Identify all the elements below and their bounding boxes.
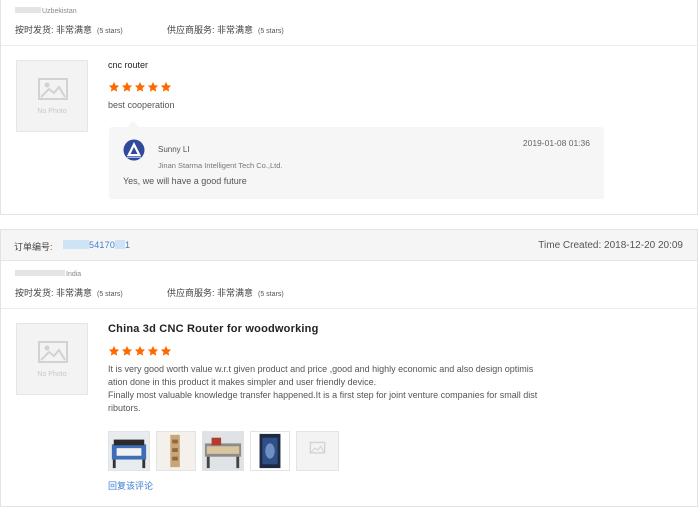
service-label: 供应商服务: 非常满意 <box>167 25 254 35</box>
wood-carving-photo-icon <box>157 432 195 470</box>
masked-buyer-name <box>15 7 41 13</box>
order-number-link[interactable]: 54170 1 <box>63 240 130 250</box>
reply-text: Yes, we will have a good future <box>123 176 247 186</box>
buyer-country: Uzbekistan <box>42 8 77 15</box>
masked-order-suffix <box>115 240 126 249</box>
star-icon <box>108 81 120 93</box>
order-number-middle: 54170 <box>89 240 116 250</box>
image-placeholder-icon <box>38 78 68 100</box>
product-image-placeholder[interactable]: No Photo <box>16 323 88 395</box>
on-time-label: 按时发货: 非常满意 <box>15 288 93 298</box>
star-rating <box>108 345 173 358</box>
service-stars: (5 stars) <box>258 291 284 298</box>
review-line: ation done in this product it makes simp… <box>108 377 377 387</box>
masked-order-prefix <box>63 240 89 249</box>
cnc-machine-photo-icon <box>203 432 243 470</box>
review-text: It is very good worth value w.r.t given … <box>108 363 578 415</box>
time-created: Time Created: 2018-12-20 20:09 <box>538 240 683 251</box>
review-line: ributors. <box>108 403 141 413</box>
star-icon <box>160 81 172 93</box>
delivery-rating: 按时发货: 非常满意 (5 stars) 供应商服务: 非常满意 (5 stars) <box>15 23 284 36</box>
order-number-label: 订单编号: <box>14 242 53 252</box>
image-placeholder-icon <box>38 341 68 363</box>
delivery-rating: 按时发货: 非常满意 (5 stars) 供应商服务: 非常满意 (5 stars) <box>15 286 284 299</box>
review-card-1: Uzbekistan 按时发货: 非常满意 (5 stars) 供应商服务: 非常… <box>0 0 698 215</box>
divider <box>1 308 697 309</box>
product-title[interactable]: China 3d CNC Router for woodworking <box>108 323 319 335</box>
reply-to-review-link[interactable]: 回复该评论 <box>108 479 153 492</box>
order-number-end: 1 <box>125 240 131 250</box>
star-icon <box>147 81 159 93</box>
star-icon <box>121 81 133 93</box>
review-photo-thumb[interactable] <box>296 431 339 471</box>
star-icon <box>121 345 133 357</box>
masked-buyer-name <box>15 270 65 276</box>
review-text: best cooperation <box>108 100 175 110</box>
image-placeholder-icon <box>297 432 338 470</box>
supplier-company: Jinan Starma Intelligent Tech Co.,Ltd. <box>158 161 283 170</box>
order-header: 订单编号: 54170 1 Time Created: 2018-12-20 20… <box>1 230 697 261</box>
review-photo-thumb[interactable] <box>250 431 290 471</box>
carved-panel-photo-icon <box>251 432 289 470</box>
review-photo-thumb[interactable] <box>108 431 150 471</box>
no-photo-label: No Photo <box>37 108 67 115</box>
star-icon <box>134 81 146 93</box>
star-icon <box>134 345 146 357</box>
star-icon <box>147 345 159 357</box>
divider <box>1 45 697 46</box>
service-stars: (5 stars) <box>258 28 284 35</box>
service-rating: 供应商服务: 非常满意 (5 stars) <box>167 23 284 36</box>
cnc-machine-photo-icon <box>109 432 149 470</box>
reply-time: 2019-01-08 01:36 <box>522 138 590 148</box>
supplier-logo-icon <box>123 139 145 161</box>
buyer-info: Uzbekistan <box>15 7 77 15</box>
service-label: 供应商服务: 非常满意 <box>167 288 254 298</box>
no-photo-label: No Photo <box>37 371 67 378</box>
review-line: Finally most valuable knowledge transfer… <box>108 390 538 400</box>
review-card-2: 订单编号: 54170 1 Time Created: 2018-12-20 20… <box>0 229 698 507</box>
product-image-placeholder[interactable]: No Photo <box>16 60 88 132</box>
review-photo-thumb[interactable] <box>202 431 244 471</box>
supplier-name: Sunny LI <box>158 145 190 154</box>
on-time-stars: (5 stars) <box>97 28 123 35</box>
review-line: It is very good worth value w.r.t given … <box>108 364 534 374</box>
review-photo-thumb[interactable] <box>156 431 196 471</box>
buyer-info: India <box>15 270 81 278</box>
star-icon <box>108 345 120 357</box>
supplier-reply: Sunny LI Jinan Starma Intelligent Tech C… <box>109 121 604 199</box>
star-rating <box>108 81 173 94</box>
service-rating: 供应商服务: 非常满意 (5 stars) <box>167 286 284 299</box>
buyer-country: India <box>66 271 82 278</box>
star-icon <box>160 345 172 357</box>
on-time-label: 按时发货: 非常满意 <box>15 25 93 35</box>
on-time-stars: (5 stars) <box>97 291 123 298</box>
product-title[interactable]: cnc router <box>108 60 148 70</box>
